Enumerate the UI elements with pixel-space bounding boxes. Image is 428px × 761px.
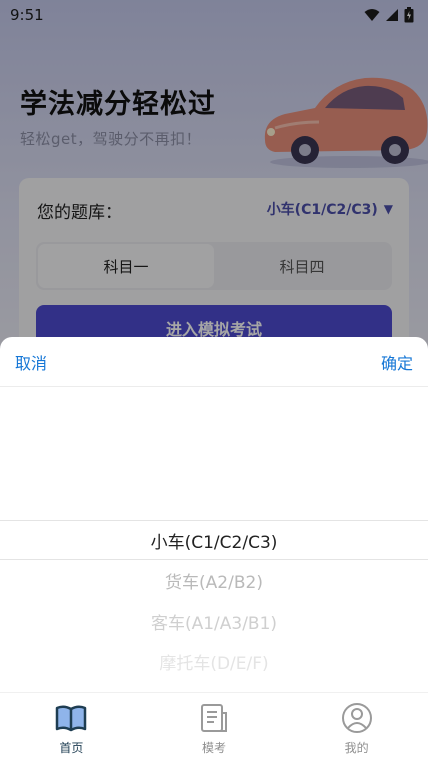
tab-home-label: 首页 <box>59 741 84 755</box>
tab-profile[interactable]: 我的 <box>285 693 428 761</box>
tab-home[interactable]: 首页 <box>0 693 143 761</box>
cancel-button[interactable]: 取消 <box>15 350 47 374</box>
tab-mock-exam[interactable]: 模考 <box>143 693 286 761</box>
document-icon <box>201 704 227 732</box>
bottom-tab-bar: 首页 模考 我的 <box>0 692 428 761</box>
picker-option[interactable]: 摩托车(D/E/F) <box>0 641 428 681</box>
tab-profile-label: 我的 <box>344 741 369 755</box>
tab-mock-exam-label: 模考 <box>202 741 227 755</box>
confirm-button[interactable]: 确定 <box>381 350 413 374</box>
user-icon <box>341 703 372 733</box>
picker-option[interactable]: 小车(C1/C2/C3) <box>0 520 428 560</box>
picker-header: 取消 确定 <box>0 337 428 387</box>
picker-option[interactable]: 货车(A2/B2) <box>0 560 428 600</box>
picker-option[interactable]: 客车(A1/A3/B1) <box>0 601 428 641</box>
book-icon <box>56 705 87 732</box>
